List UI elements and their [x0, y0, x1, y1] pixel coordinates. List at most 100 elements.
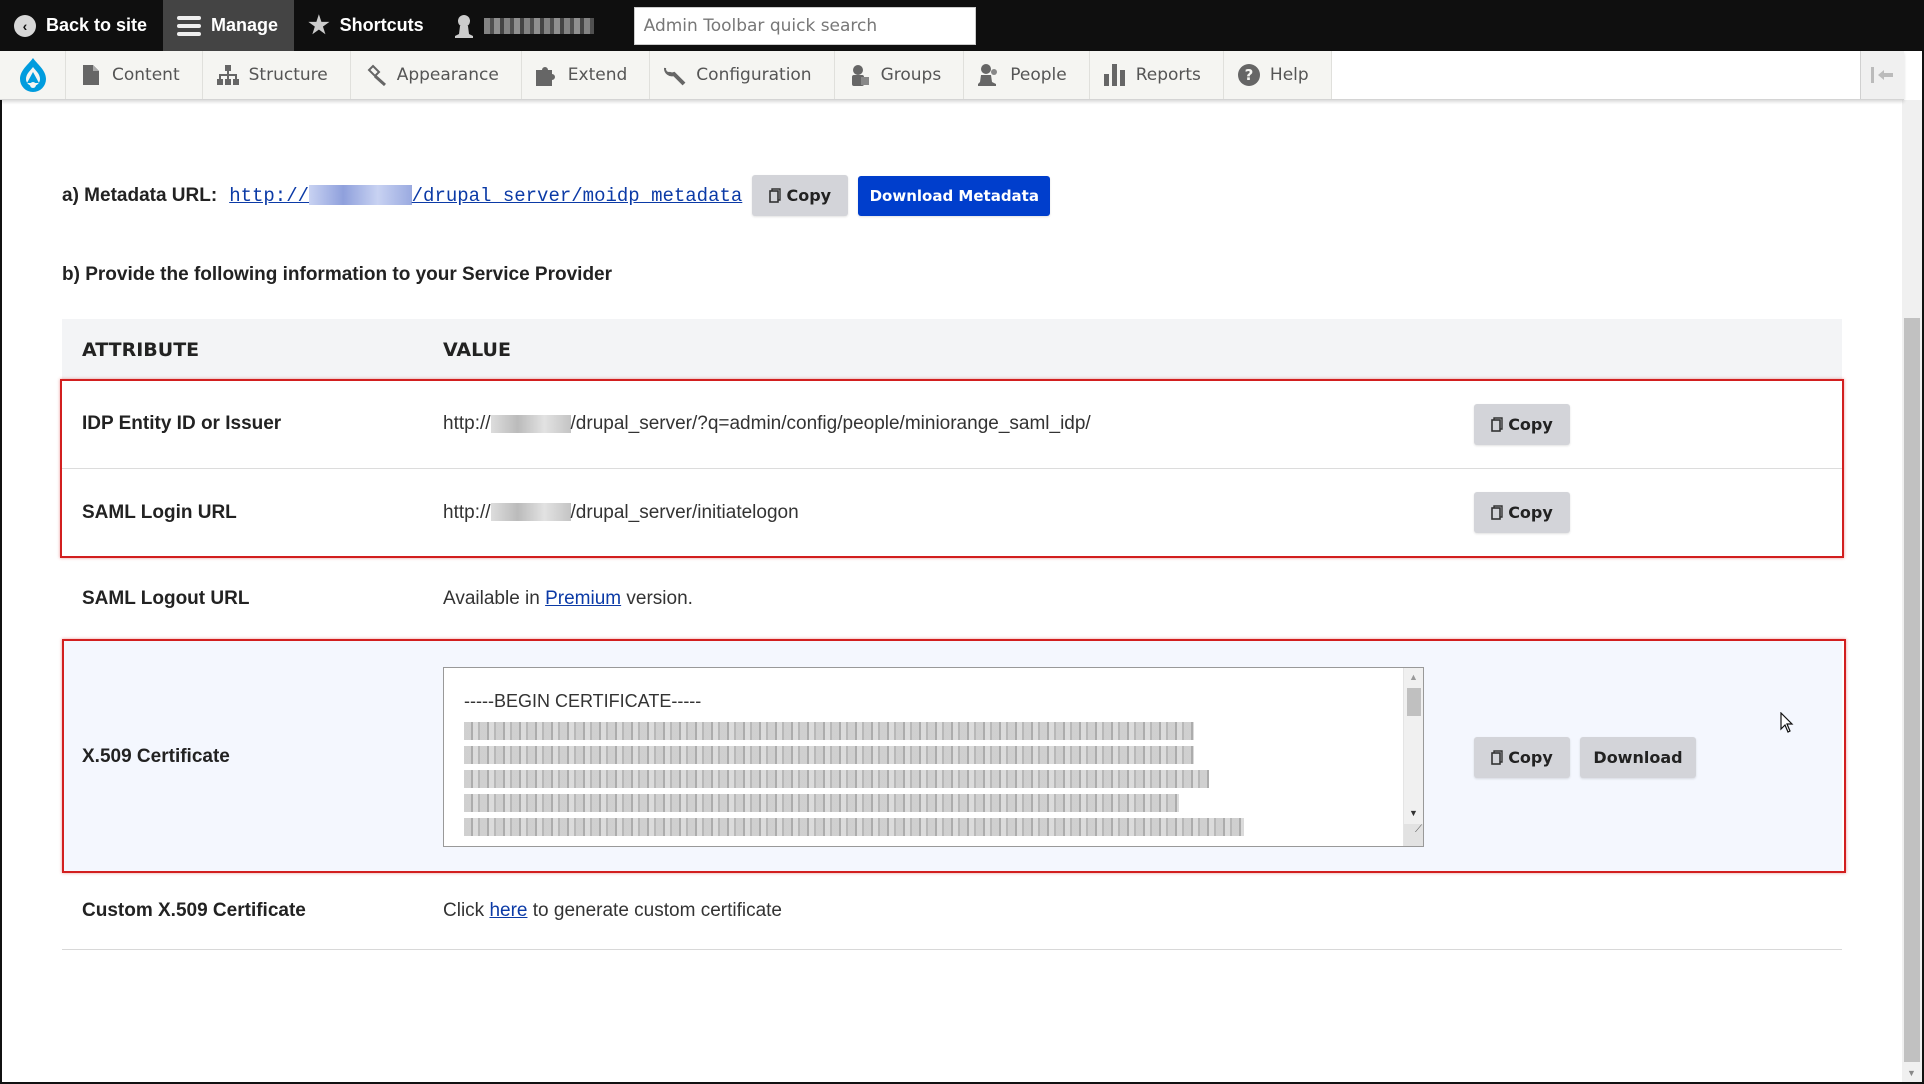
- paintbrush-icon: [365, 64, 387, 86]
- tray-item-label: Reports: [1135, 65, 1201, 85]
- page-scroll-down-icon[interactable]: ▼: [1907, 1068, 1916, 1078]
- manage-label: Manage: [211, 15, 279, 35]
- value-suffix: /drupal_server/?q=admin/config/people/mi…: [570, 413, 1091, 434]
- value-prefix: http://: [443, 413, 491, 434]
- download-metadata-button[interactable]: Download Metadata: [858, 175, 1051, 216]
- star-icon: ★: [308, 12, 330, 39]
- tray-item-label: Groups: [880, 65, 942, 85]
- attribute-value: Click here to generate custom certificat…: [443, 900, 1842, 922]
- certificate-textarea[interactable]: -----BEGIN CERTIFICATE----- ▲ ▼ ⟋: [443, 667, 1424, 847]
- table-row-custom-certificate: Custom X.509 Certificate Click here to g…: [62, 873, 1842, 950]
- page-scroll-thumb[interactable]: [1904, 318, 1920, 1062]
- cert-begin-line: -----BEGIN CERTIFICATE-----: [464, 691, 702, 711]
- resize-grip-icon[interactable]: ⟋: [1404, 824, 1423, 846]
- metadata-url-row: a) Metadata URL: http://localhost/drupal…: [62, 175, 1051, 216]
- copy-icon: [1491, 505, 1503, 520]
- bar-chart-icon: [1103, 64, 1126, 86]
- attribute-label: SAML Logout URL: [82, 588, 250, 609]
- table-row-saml-login-url: SAML Login URL http:// /drupal_server/ini…: [62, 469, 1842, 557]
- back-to-site-link[interactable]: ‹ Back to site: [0, 0, 163, 51]
- copy-icon: [1491, 416, 1503, 432]
- tray-item-content[interactable]: Content: [66, 51, 203, 99]
- certificate-text: -----BEGIN CERTIFICATE-----: [464, 686, 1244, 842]
- copy-icon: [1491, 749, 1503, 765]
- header-attribute: ATTRIBUTE: [82, 338, 200, 361]
- attribute-value: -----BEGIN CERTIFICATE----- ▲ ▼ ⟋: [443, 667, 1452, 847]
- page-scrollbar[interactable]: ▼: [1902, 100, 1922, 1082]
- url-prefix: http://: [229, 184, 310, 207]
- tray-item-label: Extend: [567, 65, 628, 85]
- tray-item-reports[interactable]: Reports: [1090, 51, 1224, 99]
- section-b-heading: b) Provide the following information to …: [62, 264, 613, 285]
- drupal-drop-icon: [19, 58, 46, 92]
- admin-menu-tray: Content Structure Appearance Extend Conf…: [0, 51, 1904, 100]
- scroll-up-arrow-icon[interactable]: ▲: [1409, 672, 1418, 682]
- user-tab[interactable]: [440, 0, 610, 51]
- table-row-saml-logout-url: SAML Logout URL Available in Premium ver…: [62, 557, 1842, 641]
- url-suffix: /drupal_server/moidp_metadata: [411, 184, 743, 207]
- admin-toolbar-search-input[interactable]: Admin Toolbar quick search: [633, 6, 976, 45]
- tray-item-groups[interactable]: Groups: [835, 51, 965, 99]
- shortcuts-tab[interactable]: ★ Shortcuts: [294, 0, 440, 51]
- attribute-label: IDP Entity ID or Issuer: [82, 413, 282, 434]
- row-actions: Copy: [1452, 403, 1842, 445]
- tray-item-label: Structure: [248, 65, 328, 85]
- chevron-left-circle-icon: ‹: [14, 14, 36, 37]
- row-actions: Copy Download: [1452, 736, 1842, 778]
- username-redacted: [483, 17, 594, 34]
- file-icon: [80, 64, 102, 86]
- people-icon: [978, 64, 1000, 86]
- metadata-url-label: a) Metadata URL:: [62, 184, 218, 206]
- hamburger-icon: [177, 15, 202, 36]
- copy-metadata-url-button[interactable]: Copy: [752, 175, 849, 216]
- table-row-x509-certificate: X.509 Certificate -----BEGIN CERTIFICATE…: [62, 641, 1842, 873]
- generate-certificate-link[interactable]: here: [489, 900, 527, 921]
- value-before: Available in: [443, 588, 546, 609]
- groups-icon: [849, 64, 871, 86]
- premium-link[interactable]: Premium: [545, 588, 621, 609]
- scroll-thumb[interactable]: [1407, 688, 1421, 716]
- tray-item-appearance[interactable]: Appearance: [351, 51, 522, 99]
- tray-item-structure[interactable]: Structure: [203, 51, 351, 99]
- copy-certificate-button[interactable]: Copy: [1474, 736, 1570, 778]
- back-to-site-label: Back to site: [46, 15, 148, 35]
- tray-item-configuration[interactable]: Configuration: [650, 51, 835, 99]
- wrench-icon: [664, 64, 686, 86]
- host-redacted: [490, 503, 571, 522]
- puzzle-icon: [535, 64, 558, 86]
- cert-line-redacted: [464, 746, 1194, 764]
- tray-item-people[interactable]: People: [964, 51, 1090, 99]
- search-placeholder: Admin Toolbar quick search: [643, 15, 878, 36]
- tray-item-label: Appearance: [396, 65, 499, 85]
- header-value: VALUE: [443, 338, 511, 361]
- tray-item-label: Configuration: [696, 65, 812, 85]
- drupal-logo[interactable]: [0, 51, 66, 99]
- url-host-redacted: localhost: [309, 185, 412, 206]
- main-content: a) Metadata URL: http://localhost/drupal…: [0, 100, 1904, 1084]
- row-actions: Copy: [1452, 492, 1842, 533]
- tray-item-extend[interactable]: Extend: [522, 51, 651, 99]
- help-icon: ?: [1237, 64, 1260, 86]
- collapse-tray-button[interactable]: [1860, 51, 1904, 99]
- attribute-value: http:// /drupal_server/initiatelogon: [443, 502, 1452, 524]
- table-row-idp-entity-id: IDP Entity ID or Issuer http:// /drupal_s…: [62, 380, 1842, 469]
- attribute-label: X.509 Certificate: [82, 746, 230, 767]
- cert-line-redacted: [464, 770, 1209, 788]
- metadata-url-link[interactable]: http://localhost/drupal_server/moidp_met…: [229, 185, 742, 207]
- copy-entity-id-button[interactable]: Copy: [1474, 403, 1570, 445]
- download-certificate-button[interactable]: Download: [1580, 736, 1696, 778]
- value-suffix: /drupal_server/initiatelogon: [570, 501, 799, 523]
- copy-label: Copy: [1508, 503, 1553, 522]
- copy-label: Copy: [1508, 747, 1553, 767]
- copy-label: Copy: [786, 186, 832, 205]
- copy-login-url-button[interactable]: Copy: [1474, 492, 1570, 533]
- tray-item-label: Content: [112, 65, 180, 85]
- textarea-scrollbar[interactable]: ▲ ▼ ⟋: [1403, 668, 1423, 846]
- shortcuts-label: Shortcuts: [339, 15, 424, 35]
- scroll-down-arrow-icon[interactable]: ▼: [1409, 808, 1418, 818]
- admin-toolbar: ‹ Back to site Manage ★ Shortcuts Admin …: [0, 0, 1924, 51]
- sitemap-icon: [216, 64, 239, 86]
- tray-item-help[interactable]: ? Help: [1224, 51, 1332, 99]
- manage-tab[interactable]: Manage: [163, 0, 295, 51]
- cert-line-redacted: [464, 794, 1179, 812]
